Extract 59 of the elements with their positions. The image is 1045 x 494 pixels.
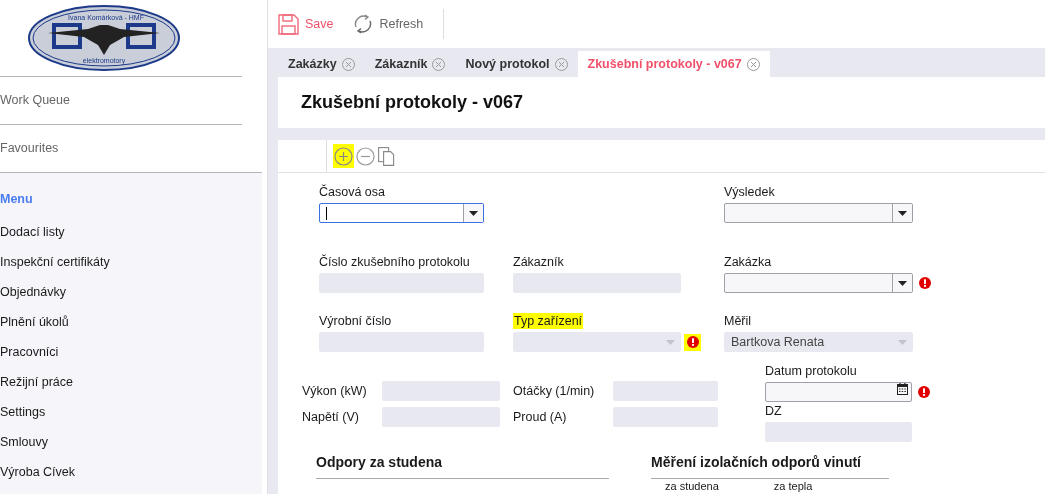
tab[interactable]: Zákazník [364,51,456,77]
menu-item[interactable]: Výroba Cívek [0,457,262,487]
menu-item[interactable]: Režijní práce [0,367,262,397]
date-field[interactable] [765,382,912,402]
menu-item[interactable]: Plnění úkolů [0,307,262,337]
save-button[interactable]: Save [278,9,334,39]
field-label: Proud (A) [513,408,568,426]
field-label: Číslo zkušebního protokolu [319,254,470,270]
close-icon[interactable] [432,57,446,71]
add-icon[interactable] [334,146,353,166]
menu-heading: Menu [0,191,34,209]
tab[interactable]: Nový protokol [455,51,578,77]
tab[interactable]: Zkušební protokoly - v067 [577,51,770,77]
sidebar-item[interactable]: Work Queue [0,91,70,110]
section-heading: Měření izolačních odporů vinutí [651,452,889,479]
dropdown-field[interactable] [319,203,484,223]
caret-icon [898,210,907,216]
error-icon [686,336,699,348]
field-label: Typ zařízení [513,313,584,329]
refresh-button[interactable]: Refresh [351,9,424,39]
error-icon [918,277,931,289]
field-label: Časová osa [319,184,385,200]
calendar-icon [897,383,908,395]
close-icon[interactable] [554,57,568,71]
field-value: Bartkova Renata [731,333,825,351]
dropdown-field[interactable] [724,273,913,293]
field-label: Výrobní číslo [319,313,392,329]
field-label: Výkon (kW) [302,382,368,400]
remove-icon[interactable] [356,146,375,166]
close-icon[interactable] [341,57,355,71]
menu-item[interactable]: Smlouvy [0,427,262,457]
field-label: Datum protokolu [765,363,857,379]
sidebar-item[interactable]: Favourites [0,139,59,159]
caret-icon [898,280,907,286]
caret-icon [469,210,478,216]
field-label: Výsledek [724,184,775,200]
menu-item[interactable]: Dodací listy [0,217,262,247]
error-icon [917,386,930,398]
menu-item[interactable]: Pracovníci [0,337,262,367]
field-label: DZ [765,403,782,419]
field-label: Měřil [724,313,752,329]
tab[interactable]: Zakázky [278,51,365,77]
section-heading: Odpory za studena [316,452,609,479]
copy-icon[interactable] [378,146,395,166]
close-icon[interactable] [746,57,760,71]
menu-item[interactable]: Settings [0,397,262,427]
column-label: za studena [665,480,719,492]
field-label: Zakázka [724,254,772,270]
field-label: Napětí (V) [302,408,360,426]
field-label: Zákazník [513,254,564,270]
caret-icon [897,339,907,345]
caret-icon [665,339,675,345]
dropdown-field[interactable] [724,203,913,223]
menu-item[interactable]: Inspekční certifikáty [0,247,262,277]
menu-item[interactable]: Objednávky [0,277,262,307]
field-label: Otáčky (1/min) [513,382,596,400]
save-icon [278,13,299,35]
column-label: za tepla [773,480,813,492]
page-title: Zkušební protokoly - v067 [301,91,524,114]
